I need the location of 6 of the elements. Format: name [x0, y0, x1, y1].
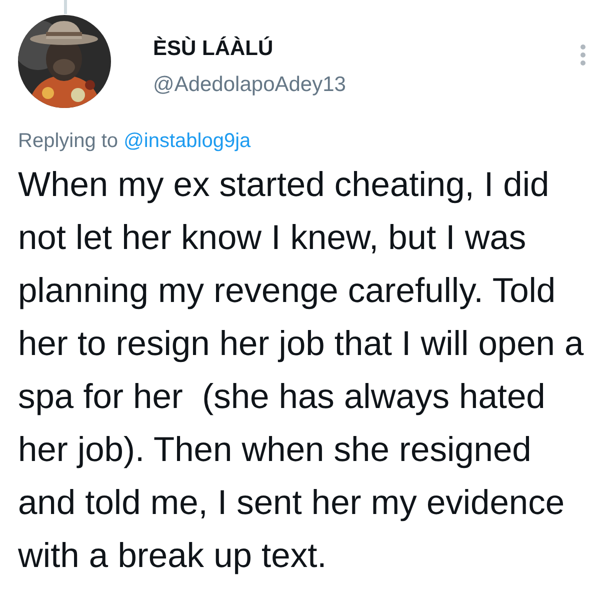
tweet-text: When my ex started cheating, I did not let her know I knew, but I was planning my revenge carefully. Told her to resign her job that I will open a spa for her (she has always hated her job). Then when she resigned and told me, I sent her my evidence with a break up text.	[17, 165, 585, 577]
mention-link[interactable]: @instablog9ja	[124, 130, 251, 152]
replying-to-text: Replying to @instablog9ja	[17, 129, 252, 153]
author-name[interactable]: ÈSÙ LÁÀLÚ	[153, 37, 579, 61]
author-handle[interactable]: @AdedolapoAdey13	[153, 73, 579, 97]
more-icon[interactable]	[579, 43, 587, 67]
